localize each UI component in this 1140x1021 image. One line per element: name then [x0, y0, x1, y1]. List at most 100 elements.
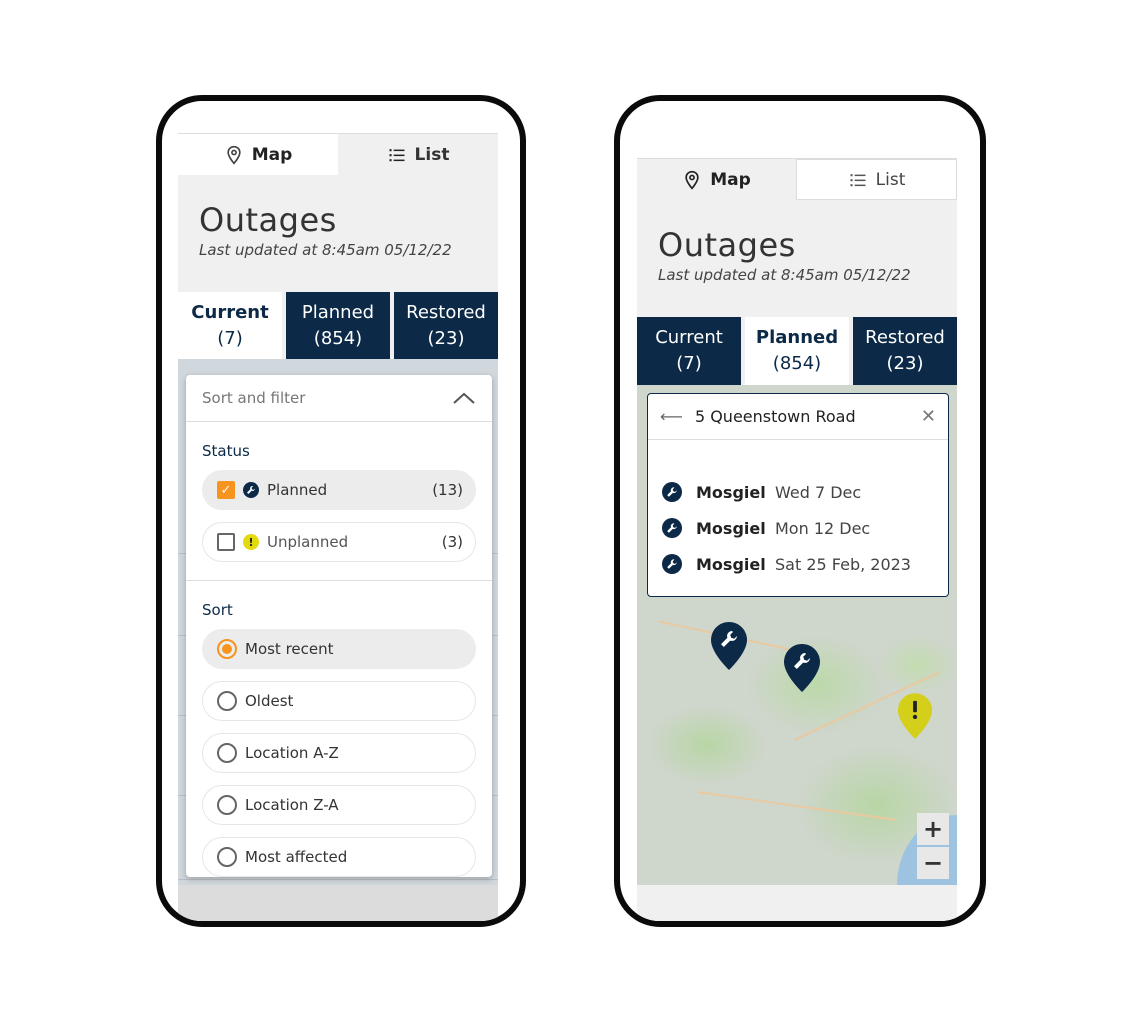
sort-option-most-recent[interactable]: Most recent — [202, 629, 476, 669]
tab-planned[interactable]: Planned (854) — [286, 292, 390, 360]
screen-map-view: Map List Outages Last updated at 8:45am … — [637, 158, 957, 921]
tab-current-count: (7) — [217, 328, 243, 349]
tab-current-label: Current — [191, 302, 269, 323]
list-icon — [389, 148, 405, 161]
checkbox-checked-icon[interactable]: ✓ — [217, 481, 235, 499]
unplanned-outage-pin-icon[interactable] — [897, 691, 933, 741]
wrench-icon — [243, 482, 259, 498]
status-option-planned[interactable]: ✓ Planned (13) — [202, 470, 476, 510]
popup-spacer — [648, 440, 948, 474]
sort-option-label: Location A-Z — [245, 744, 339, 762]
popup-location: Mosgiel — [696, 482, 766, 502]
popup-header: ⟵ 5 Queenstown Road ✕ — [648, 394, 948, 440]
wrench-icon — [662, 482, 682, 502]
radio-empty-icon[interactable] — [217, 847, 237, 867]
chevron-up-icon[interactable] — [452, 391, 476, 405]
tab-planned[interactable]: Planned (854) — [745, 317, 849, 385]
outage-popup: ⟵ 5 Queenstown Road ✕ Mosgiel Wed 7 Dec — [647, 393, 949, 597]
screen-list-view: Map List Outages Last updated at 8:45am … — [178, 133, 498, 921]
tab-current-label: Current — [655, 327, 723, 348]
outage-map[interactable]: ⟵ 5 Queenstown Road ✕ Mosgiel Wed 7 Dec — [637, 385, 957, 885]
page-title: Outages — [199, 201, 337, 239]
close-icon[interactable]: ✕ — [921, 406, 936, 427]
zoom-in-button[interactable]: + — [917, 813, 949, 845]
bottom-strip — [637, 885, 957, 921]
popup-date: Sat 25 Feb, 2023 — [775, 554, 911, 574]
tab-list[interactable]: List — [338, 134, 498, 175]
tab-map[interactable]: Map — [178, 134, 338, 175]
wrench-icon — [662, 518, 682, 538]
popup-date: Wed 7 Dec — [775, 482, 862, 502]
sort-option-label: Location Z-A — [245, 796, 339, 814]
wrench-icon — [662, 554, 682, 574]
tab-planned-count: (854) — [772, 353, 822, 374]
popup-location: Mosgiel — [696, 518, 766, 538]
tab-planned-label: Planned — [755, 327, 839, 348]
status-tabs: Current (7) Planned (854) Restored (23) — [637, 317, 957, 385]
tab-list[interactable]: List — [796, 159, 957, 200]
sort-section-label: Sort — [202, 601, 233, 619]
last-updated: Last updated at 8:45am 05/12/22 — [658, 266, 911, 284]
map-pin-icon — [685, 170, 699, 190]
view-tabs: Map List — [178, 133, 498, 175]
warning-icon: ! — [243, 534, 259, 550]
sort-option-oldest[interactable]: Oldest — [202, 681, 476, 721]
status-tabs: Current (7) Planned (854) Restored (23) — [178, 292, 498, 360]
tab-restored-count: (23) — [427, 328, 465, 349]
page-header: Outages Last updated at 8:45am 05/12/22 — [178, 175, 498, 292]
tab-restored-label: Restored — [865, 327, 945, 348]
sort-filter-title: Sort and filter — [202, 389, 306, 407]
popup-location: Mosgiel — [696, 554, 766, 574]
status-option-label: Planned — [267, 481, 328, 499]
status-section-label: Status — [202, 442, 250, 460]
sort-filter-header[interactable]: Sort and filter — [186, 375, 492, 422]
back-arrow-icon[interactable]: ⟵ — [660, 407, 683, 426]
radio-selected-icon[interactable] — [217, 639, 237, 659]
tab-planned-count: (854) — [313, 328, 363, 349]
view-tabs: Map List — [637, 158, 957, 200]
popup-row[interactable]: Mosgiel Sat 25 Feb, 2023 — [648, 546, 948, 582]
sort-option-label: Most recent — [245, 640, 334, 658]
sort-option-label: Oldest — [245, 692, 294, 710]
status-option-count: (13) — [432, 481, 463, 499]
sort-option-location-z-a[interactable]: Location Z-A — [202, 785, 476, 825]
tab-list-label: List — [875, 169, 906, 190]
tab-map-label: Map — [710, 169, 751, 190]
sort-option-label: Most affected — [245, 848, 348, 866]
status-option-label: Unplanned — [267, 533, 349, 551]
planned-outage-pin-icon[interactable] — [710, 621, 748, 671]
sort-filter-panel: Sort and filter Status ✓ Planned (13) ! … — [186, 375, 492, 877]
tab-restored[interactable]: Restored (23) — [853, 317, 957, 385]
checkbox-empty-icon[interactable] — [217, 533, 235, 551]
radio-empty-icon[interactable] — [217, 795, 237, 815]
status-option-count: (3) — [441, 533, 463, 551]
map-pin-icon — [227, 145, 241, 165]
tab-restored[interactable]: Restored (23) — [394, 292, 498, 360]
radio-empty-icon[interactable] — [217, 743, 237, 763]
popup-row[interactable]: Mosgiel Mon 12 Dec — [648, 510, 948, 546]
radio-empty-icon[interactable] — [217, 691, 237, 711]
tab-current[interactable]: Current (7) — [637, 317, 741, 385]
popup-address: 5 Queenstown Road — [694, 407, 856, 426]
sort-option-most-affected[interactable]: Most affected — [202, 837, 476, 877]
tab-list-label: List — [414, 144, 450, 165]
phone-right: Map List Outages Last updated at 8:45am … — [614, 95, 986, 927]
map-road — [697, 791, 897, 821]
tab-current[interactable]: Current (7) — [178, 292, 282, 360]
tab-restored-label: Restored — [406, 302, 486, 323]
tab-current-count: (7) — [676, 353, 702, 374]
list-icon — [850, 173, 866, 186]
status-option-unplanned[interactable]: ! Unplanned (3) — [202, 522, 476, 562]
sort-option-location-a-z[interactable]: Location A-Z — [202, 733, 476, 773]
planned-outage-pin-icon[interactable] — [783, 643, 821, 693]
tab-map-label: Map — [251, 144, 293, 165]
tab-restored-count: (23) — [886, 353, 924, 374]
zoom-out-button[interactable]: − — [917, 847, 949, 879]
page-title: Outages — [658, 226, 796, 264]
phone-left: Map List Outages Last updated at 8:45am … — [156, 95, 526, 927]
popup-date: Mon 12 Dec — [775, 518, 871, 538]
popup-row[interactable]: Mosgiel Wed 7 Dec — [648, 474, 948, 510]
list-divider — [178, 879, 498, 880]
tab-planned-label: Planned — [301, 302, 375, 323]
tab-map[interactable]: Map — [637, 159, 796, 200]
